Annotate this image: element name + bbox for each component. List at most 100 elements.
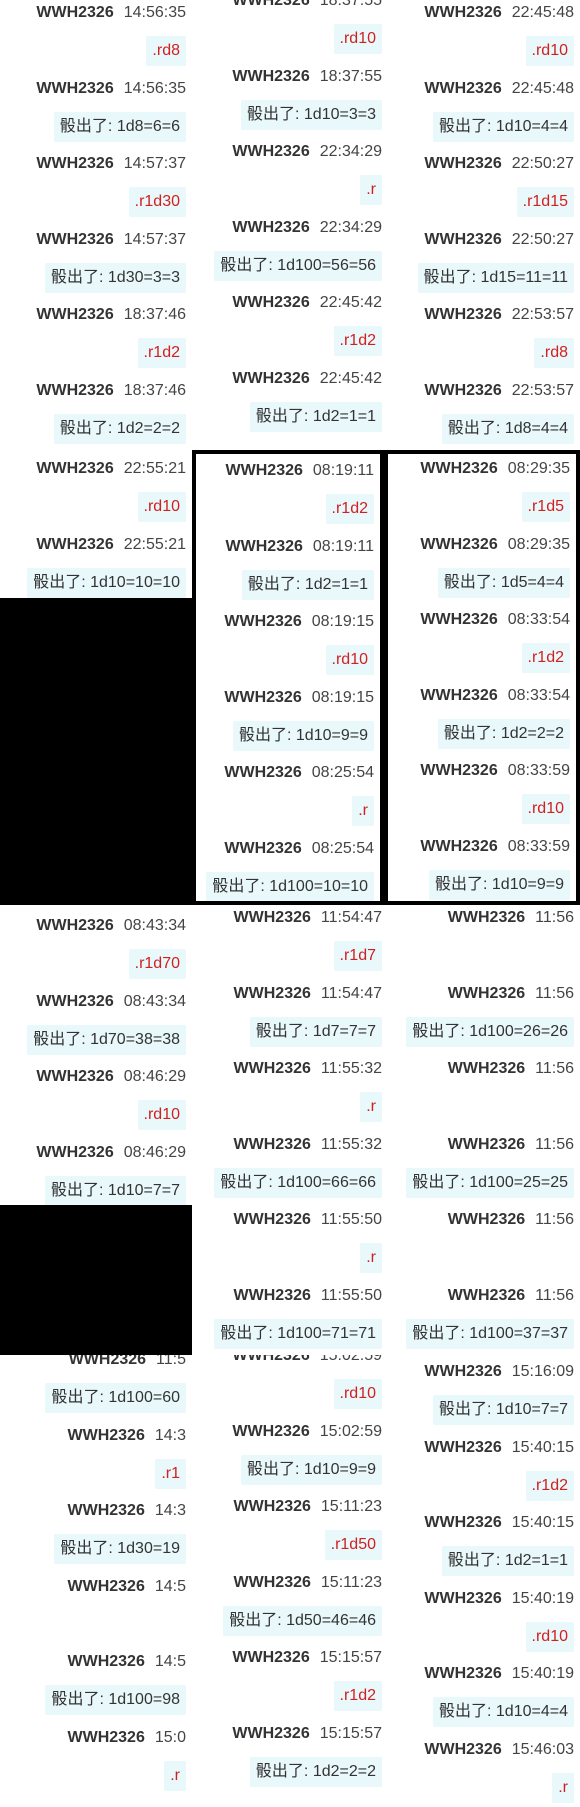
sender-name: WWH2326: [447, 984, 526, 1002]
message-header: WWH2326 08:29:35: [420, 460, 570, 478]
chat-message: WWH2326 14:57:37 .r1d30: [0, 151, 186, 227]
chat-message: WWH2326 15:15:57 骰出了: 1d2=2=2: [192, 1721, 382, 1797]
dice-result-bubble: 骰出了: 1d100=71=71: [214, 1318, 382, 1349]
message-header: WWH2326 22:53:57: [424, 382, 574, 400]
chat-message: WWH2326 15:16:09 骰出了: 1d10=7=7: [388, 1359, 574, 1435]
chat-message: WWH2326 08:43:34 骰出了: 1d70=38=38: [0, 989, 186, 1065]
chat-message: WWH2326 22:45:48 骰出了: 1d10=4=4: [388, 76, 574, 152]
message-header: WWH2326 22:55:21: [36, 460, 186, 478]
sender-name: WWH2326: [36, 381, 114, 399]
chat-message: WWH2326 22:34:29 骰出了: 1d100=56=56: [192, 215, 382, 291]
chat-tile: WWH2326 11:56 WWH2326 11:56 骰出了: 1d100=26=26…: [388, 905, 580, 1355]
message-header: WWH2326 08:19:15: [224, 613, 374, 631]
dice-result-bubble: 骰出了: 1d2=1=1: [249, 401, 382, 432]
message-header: WWH2326 15:11:23: [234, 1574, 382, 1592]
message-header: WWH2326 11:5: [69, 1355, 186, 1369]
chat-message: WWH2326 11:55:32 .r: [192, 1056, 382, 1132]
message-header: WWH2326 22:45:48: [424, 80, 574, 98]
message-timestamp: 11:55:50: [320, 1211, 382, 1228]
message-header: WWH2326 11:56: [448, 1287, 574, 1305]
chat-message: WWH2326 11:54:47 骰出了: 1d7=7=7: [192, 981, 382, 1057]
chat-message: WWH2326 15:11:23 .r1d50: [192, 1494, 382, 1570]
message-timestamp: 11:56: [535, 1135, 574, 1153]
message-timestamp: 15:11:23: [320, 1573, 382, 1591]
message-header: WWH2326 08:33:54: [420, 611, 570, 629]
message-timestamp: 22:34:29: [319, 218, 382, 236]
message-timestamp: 11:55:32: [320, 1135, 382, 1153]
sender-name: WWH2326: [420, 460, 498, 477]
message-header: WWH2326 15:0: [68, 1729, 187, 1747]
sender-name: WWH2326: [67, 1502, 145, 1519]
chat-message: WWH2326 22:45:48 .rd10: [388, 0, 574, 76]
message-timestamp: 11:56: [535, 1286, 574, 1304]
dice-command-bubble: .rd10: [521, 794, 570, 824]
sender-name: WWH2326: [68, 1355, 147, 1368]
dice-result-bubble: 骰出了: 1d2=2=2: [249, 1756, 382, 1787]
message-header: WWH2326 14:57:37: [36, 155, 186, 173]
message-header: WWH2326 22:55:21: [36, 536, 186, 554]
dice-result-bubble: 骰出了: 1d100=10=10: [206, 871, 374, 901]
message-header: WWH2326 14:5: [68, 1653, 187, 1671]
sender-name: WWH2326: [36, 992, 114, 1010]
message-timestamp: 22:53:57: [511, 381, 574, 399]
chat-message: WWH2326 08:19:15 .rd10: [196, 609, 374, 685]
dice-result-bubble: 骰出了: 1d10=4=4: [433, 111, 574, 142]
sender-name: WWH2326: [232, 1422, 310, 1440]
chat-message: WWH2326 15:40:19 骰出了: 1d10=4=4: [388, 1661, 574, 1737]
sender-name: WWH2326: [420, 762, 498, 779]
dice-result-bubble: 骰出了: 1d70=38=38: [27, 1024, 186, 1055]
chat-message: WWH2326 18:37:55 骰出了: 1d10=3=3: [192, 64, 382, 140]
chat-message: WWH2326 15:40:15 骰出了: 1d2=1=1: [388, 1510, 574, 1586]
message-header: WWH2326 18:37:46: [36, 382, 186, 400]
message-header: WWH2326 08:43:34: [36, 917, 186, 935]
sender-name: WWH2326: [233, 1211, 311, 1228]
sender-name: WWH2326: [447, 1286, 526, 1304]
message-header: WWH2326 11:55:32: [234, 1060, 382, 1078]
dice-command-bubble: .r1d5: [521, 492, 570, 522]
message-timestamp: 11:55:32: [320, 1060, 382, 1077]
message-timestamp: 11:56: [535, 909, 574, 926]
dice-command-bubble: .rd10: [325, 645, 374, 675]
sender-name: WWH2326: [424, 1363, 502, 1380]
message-header: WWH2326 22:45:48: [424, 4, 574, 22]
message-timestamp: 08:33:54: [507, 611, 570, 628]
message-header: WWH2326 22:34:29: [232, 219, 382, 237]
message-timestamp: 08:43:34: [123, 917, 186, 934]
chat-message: WWH2326 08:33:59 骰出了: 1d10=9=9: [388, 834, 570, 902]
message-timestamp: 18:37:55: [319, 67, 382, 85]
dice-result-bubble: 骰出了: 1d2=1=1: [441, 1546, 574, 1576]
chat-message: WWH2326 08:33:54 .r1d2: [388, 607, 570, 683]
dice-result-bubble: 骰出了: 1d100=60: [45, 1383, 186, 1413]
dice-result-bubble: 骰出了: 1d100=37=37: [406, 1318, 574, 1349]
sender-name: WWH2326: [36, 535, 114, 553]
chat-message: WWH2326 11:55:50 .r: [192, 1207, 382, 1283]
chat-tile: WWH2326 08:29:35 .r1d5 WWH2326 08:29:35 骰出了: …: [384, 450, 580, 905]
message-timestamp: 15:46:03: [511, 1740, 574, 1758]
dice-command-bubble: .rd8: [146, 36, 186, 66]
message-timestamp: 22:34:29: [319, 143, 382, 160]
sender-name: WWH2326: [67, 1653, 145, 1670]
dice-command-bubble: .rd10: [137, 492, 186, 522]
chat-tile: WWH2326 08:43:34 .r1d70 WWH2326 08:43:34 骰出了:…: [0, 905, 192, 1205]
sender-name: WWH2326: [424, 79, 502, 97]
chat-tile: WWH2326 18:37:55 .rd10 WWH2326 18:37:55 骰出了: …: [192, 0, 388, 450]
chat-message: WWH2326 14:56:35 .rd8: [0, 0, 186, 76]
message-header: WWH2326 11:55:50: [234, 1287, 382, 1305]
message-timestamp: 08:25:54: [311, 764, 374, 781]
sender-name: WWH2326: [67, 1426, 145, 1444]
message-header: WWH2326 08:43:34: [36, 993, 186, 1011]
dice-command-bubble: .r1d2: [333, 1681, 382, 1711]
message-header: WWH2326 08:19:15: [224, 689, 374, 707]
message-header: WWH2326 08:19:11: [226, 538, 374, 556]
message-header: WWH2326 14:5: [68, 1578, 187, 1596]
chat-message: WWH2326 11:54:47 .r1d7: [192, 905, 382, 981]
dice-result-bubble: 骰出了: 1d10=7=7: [433, 1395, 574, 1425]
message-timestamp: 14:56:35: [123, 79, 186, 97]
message-timestamp: 15:15:57: [319, 1724, 382, 1742]
sender-name: WWH2326: [424, 4, 502, 21]
sender-name: WWH2326: [232, 143, 310, 160]
chat-message: WWH2326 11:56 骰出了: 1d100=37=37: [388, 1283, 574, 1356]
message-header: WWH2326 08:33:59: [420, 838, 570, 856]
message-timestamp: 22:45:48: [511, 4, 574, 21]
sender-name: WWH2326: [67, 1577, 145, 1595]
